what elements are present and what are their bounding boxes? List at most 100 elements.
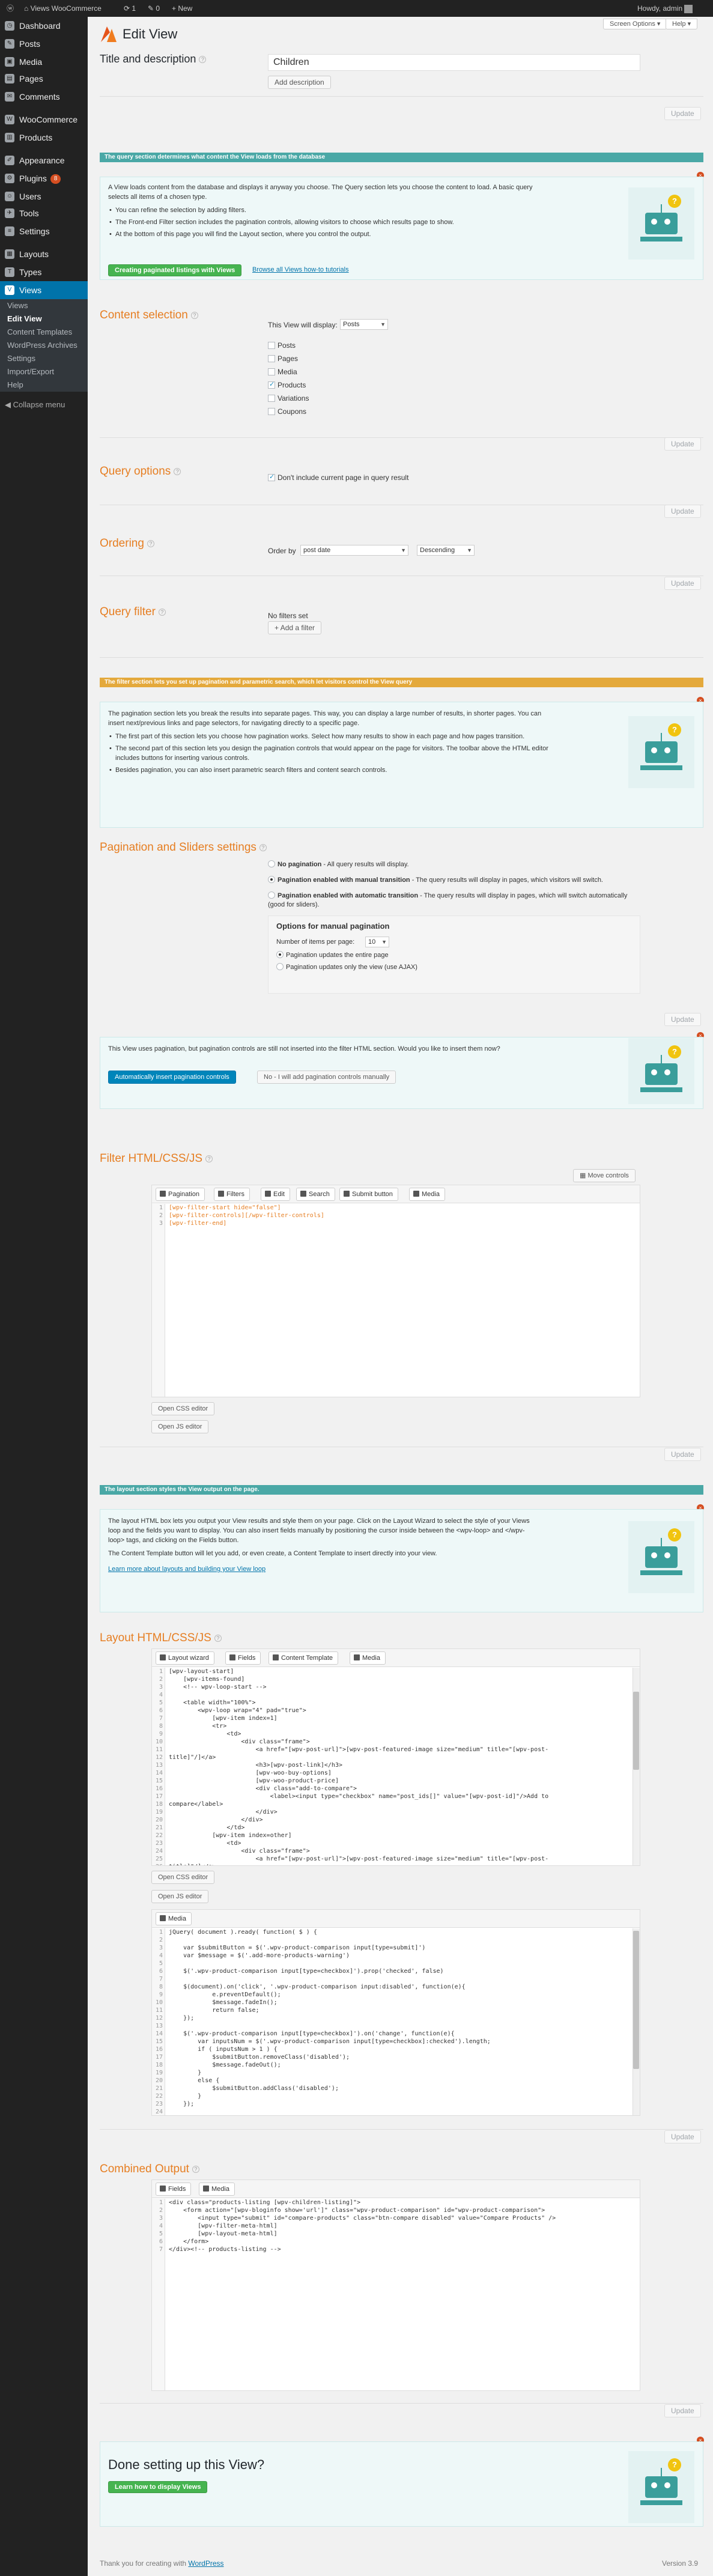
toolbar-fields-button[interactable]: Fields <box>225 1651 261 1665</box>
layout-learn-more-link[interactable]: Learn more about layouts and building yo… <box>108 1566 265 1573</box>
toolbar-content-template-button[interactable]: Content Template <box>269 1651 339 1665</box>
sidebar-item-comments[interactable]: ✉ Comments <box>0 88 88 106</box>
submenu-item[interactable]: WordPress Archives <box>0 339 88 352</box>
update-button[interactable]: Update <box>664 1013 701 1026</box>
items-per-page-select[interactable]: 10 ▼ <box>365 937 389 947</box>
toolbar-media-button[interactable]: Media <box>350 1651 386 1665</box>
content-type-pages[interactable]: Pages <box>268 354 298 363</box>
sidebar-item-woocommerce[interactable]: W WooCommerce <box>0 111 88 129</box>
submenu-item[interactable]: Views <box>0 299 88 312</box>
comments-link[interactable]: ✎ 0 <box>144 0 163 17</box>
sidebar-item-appearance[interactable]: ✐ Appearance <box>0 151 88 169</box>
howdy-user-link[interactable]: Howdy, admin <box>634 0 696 17</box>
toolbar-media-button[interactable]: Media <box>156 1912 192 1925</box>
sidebar-item-types[interactable]: T Types <box>0 263 88 281</box>
open-css-editor-button[interactable]: Open CSS editor <box>151 1871 215 1884</box>
sidebar-item-settings[interactable]: ≡ Settings <box>0 222 88 240</box>
content-type-posts[interactable]: Posts <box>268 341 296 350</box>
update-button[interactable]: Update <box>664 1448 701 1461</box>
content-type-variations[interactable]: Variations <box>268 394 309 402</box>
checkbox[interactable] <box>268 407 275 415</box>
checkbox[interactable] <box>268 368 275 375</box>
sidebar-item-dashboard[interactable]: ◷ Dashboard <box>0 17 88 35</box>
sidebar-item-users[interactable]: ☺ Users <box>0 187 88 205</box>
toolbar-pagination-button[interactable]: Pagination <box>156 1188 205 1201</box>
sidebar-item-views[interactable]: V Views <box>0 281 88 299</box>
creating-paginated-listings-button[interactable]: Creating paginated listings with Views <box>108 264 242 276</box>
checkbox[interactable] <box>268 394 275 402</box>
toolbar-search-button[interactable]: Search <box>296 1188 335 1201</box>
sidebar-item-products[interactable]: ▥ Products <box>0 129 88 147</box>
post-type-select[interactable]: Posts ▼ <box>340 319 388 330</box>
pagination-update-option[interactable]: Pagination updates the entire page <box>276 951 389 959</box>
update-button[interactable]: Update <box>664 437 701 451</box>
toolbar-submit-button-button[interactable]: Submit button <box>339 1188 398 1201</box>
submenu-item[interactable]: Help <box>0 378 88 392</box>
help-icon[interactable]: ? <box>192 2165 199 2173</box>
pagination-update-option[interactable]: Pagination updates only the view (use AJ… <box>276 963 417 971</box>
add-filter-button[interactable]: + Add a filter <box>268 621 322 634</box>
radio[interactable] <box>268 892 275 899</box>
toolbar-media-button[interactable]: Media <box>199 2183 235 2196</box>
help-button[interactable]: Help ▾ <box>666 19 698 29</box>
pagination-option[interactable]: Pagination enabled with manual transitio… <box>268 876 640 885</box>
sidebar-item-media[interactable]: ▣ Media <box>0 53 88 71</box>
site-name-link[interactable]: ⌂ Views WooCommerce <box>20 0 105 17</box>
checkbox[interactable] <box>268 473 275 481</box>
content-type-products[interactable]: Products <box>268 380 306 389</box>
toolbar-media-button[interactable]: Media <box>409 1188 445 1201</box>
screen-options-button[interactable]: Screen Options ▾ <box>603 19 667 29</box>
scrollbar[interactable] <box>633 1928 640 2115</box>
update-button[interactable]: Update <box>664 2130 701 2143</box>
content-type-media[interactable]: Media <box>268 368 297 376</box>
view-title-input[interactable] <box>268 54 640 71</box>
layout-code[interactable]: [wpv-layout-start] [wpv-items-found] <!-… <box>169 1668 631 1865</box>
scrollbar-thumb[interactable] <box>633 1931 639 2069</box>
help-icon[interactable]: ? <box>199 56 207 64</box>
content-type-coupons[interactable]: Coupons <box>268 407 306 416</box>
submenu-item[interactable]: Import/Export <box>0 365 88 378</box>
help-icon[interactable]: ? <box>158 608 166 616</box>
help-icon[interactable]: ? <box>259 843 267 851</box>
filter-html-editor[interactable]: Pagination Filters Edit Search Submit button… <box>151 1185 640 1397</box>
radio[interactable] <box>276 951 284 959</box>
toolbar-filters-button[interactable]: Filters <box>214 1188 250 1201</box>
filter-code[interactable]: [wpv-filter-start hide="false"] [wpv-filt… <box>169 1204 631 1227</box>
browse-tutorials-link[interactable]: Browse all Views how-to tutorials <box>252 266 349 273</box>
toolbar-fields-button[interactable]: Fields <box>156 2183 192 2196</box>
radio[interactable] <box>276 963 284 971</box>
scrollbar-thumb[interactable] <box>633 1692 639 1770</box>
submenu-item[interactable]: Content Templates <box>0 326 88 339</box>
updates-link[interactable]: ⟳ 1 <box>120 0 139 17</box>
open-js-editor-button[interactable]: Open JS editor <box>151 1420 209 1433</box>
add-description-button[interactable]: Add description <box>268 76 331 89</box>
exclude-current-page-checkbox[interactable]: Don't include current page in query resu… <box>268 473 408 482</box>
move-controls-button[interactable]: ▦ Move controls <box>573 1169 636 1182</box>
help-icon[interactable]: ? <box>214 1634 222 1642</box>
help-icon[interactable]: ? <box>174 467 181 475</box>
update-button[interactable]: Update <box>664 577 701 590</box>
update-button[interactable]: Update <box>664 505 701 518</box>
submenu-item[interactable]: Settings <box>0 352 88 365</box>
open-js-editor-button[interactable]: Open JS editor <box>151 1890 209 1903</box>
toolbar-layout-wizard-button[interactable]: Layout wizard <box>156 1651 214 1665</box>
help-icon[interactable]: ? <box>147 539 154 547</box>
help-icon[interactable]: ? <box>205 1155 213 1162</box>
checkbox[interactable] <box>268 380 275 389</box>
radio[interactable] <box>268 876 275 884</box>
open-css-editor-button[interactable]: Open CSS editor <box>151 1402 215 1415</box>
sidebar-item-posts[interactable]: ✎ Posts <box>0 35 88 53</box>
pagination-option[interactable]: Pagination enabled with automatic transi… <box>268 892 640 910</box>
update-button[interactable]: Update <box>664 107 701 120</box>
layout-js-editor[interactable]: Media 1 2 3 4 5 6 7 8 9 10 11 12 13 14 15 16 17 18 19 20 21 2… <box>151 1909 640 2116</box>
layout-html-editor[interactable]: Layout wizard Fields Content Template Media… <box>151 1648 640 1866</box>
new-content-link[interactable]: + New <box>168 0 196 17</box>
checkbox[interactable] <box>268 354 275 362</box>
scrollbar[interactable] <box>633 1668 640 1865</box>
wordpress-link[interactable]: WordPress <box>188 2559 223 2568</box>
combined-output-editor[interactable]: Fields Media 1234 567 <div class="products… <box>151 2180 640 2391</box>
collapse-menu-button[interactable]: ◀ Collapse menu <box>5 400 65 410</box>
radio[interactable] <box>268 860 275 868</box>
sidebar-item-plugins[interactable]: ⚙ Plugins 8 <box>0 169 88 187</box>
sidebar-item-layouts[interactable]: ▦ Layouts <box>0 245 88 263</box>
